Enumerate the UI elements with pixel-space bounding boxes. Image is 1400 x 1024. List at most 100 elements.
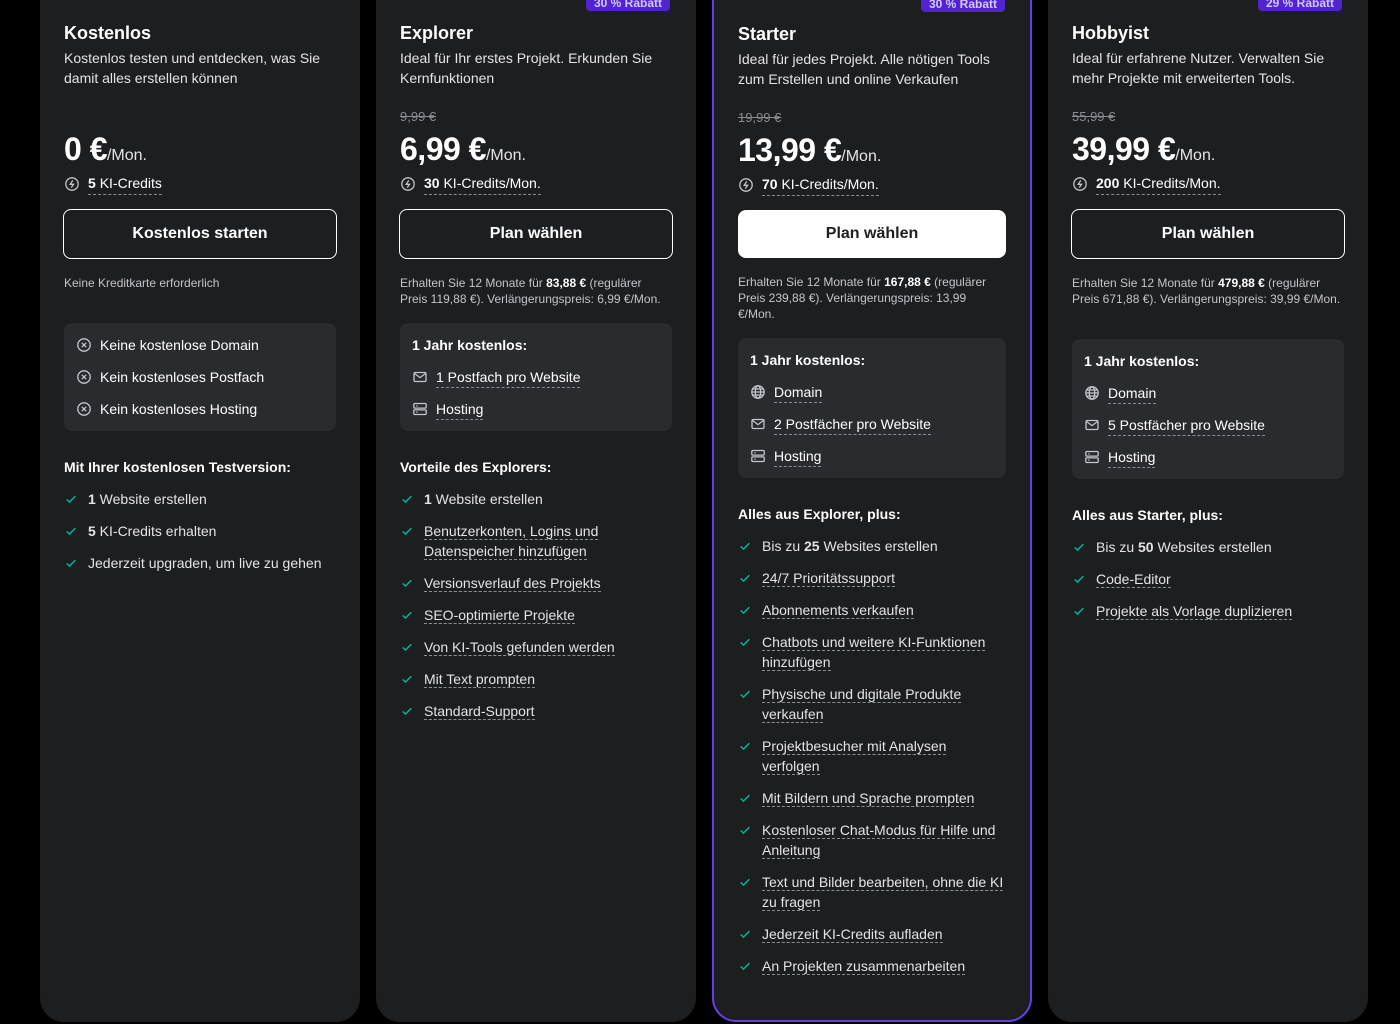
discount-badge: 30 % Rabatt [920,0,1005,12]
included-box-title: 1 Jahr kostenlos: [412,337,528,353]
price-period: /Mon. [1175,147,1216,164]
feature-item: Mit Bildern und Sprache prompten [738,788,1006,808]
feature-text[interactable]: Standard-Support [424,701,535,721]
feature-text-pre: Chatbots und weitere KI-Funktionen hinzu… [762,634,986,671]
check-icon [738,536,754,556]
start-free-button[interactable]: Kostenlos starten [63,209,337,259]
feature-text-pre: Projektbesucher mit Analysen verfolgen [762,738,947,775]
check-icon [738,872,754,892]
feature-item: Kostenloser Chat-Modus für Hilfe und Anl… [738,820,1006,860]
feature-text[interactable]: SEO-optimierte Projekte [424,605,575,625]
feature-text[interactable]: Abonnements verkaufen [762,600,914,620]
feature-text-inner: Benutzerkonten, Logins und Datenspeicher… [424,523,599,560]
included-item: Hosting [750,446,994,467]
feature-text-inner: Text und Bilder bearbeiten, ohne die KI … [762,874,1004,911]
feature-item: 5 KI-Credits erhalten [64,521,336,541]
feature-text[interactable]: Chatbots und weitere KI-Funktionen hinzu… [762,632,1006,672]
included-item-label: Kein kostenloses Hosting [100,401,258,417]
features-title: Vorteile des Explorers: [400,459,552,475]
feature-text-inner: Bis zu 50 Websites erstellen [1096,539,1272,555]
price-period: /Mon. [841,148,882,165]
server-icon [750,448,766,464]
feature-text-pre: Jederzeit upgraden, um live zu gehen [88,555,322,571]
mail-icon [412,369,428,385]
feature-text: 1 Website erstellen [424,489,543,509]
check-icon [738,956,754,976]
feature-item: 1 Website erstellen [64,489,336,509]
included-item-label: Kein kostenloses Postfach [100,369,265,385]
feature-text[interactable]: Code-Editor [1096,569,1171,589]
credits-count: 70 [762,176,778,192]
feature-item: SEO-optimierte Projekte [400,605,672,625]
included-item-label[interactable]: Domain [774,382,823,403]
feature-item: Physische und digitale Produkte verkaufe… [738,684,1006,724]
feature-text[interactable]: Benutzerkonten, Logins und Datenspeicher… [424,521,672,561]
feature-text-post: Websites erstellen [819,538,938,554]
old-price: 19,99 € [738,110,782,125]
check-icon [1072,569,1088,589]
feature-text-pre: Mit Text prompten [424,671,536,688]
check-icon [64,521,80,541]
check-icon [738,632,754,652]
price-row: 6,99 €/Mon. [400,131,672,167]
included-item-label[interactable]: Hosting [1108,447,1156,468]
server-icon [1084,449,1100,465]
check-icon [738,924,754,944]
credits-label[interactable]: 70 KI-Credits/Mon. [762,174,879,196]
included-item-label[interactable]: Hosting [436,399,484,420]
credits-label[interactable]: 200 KI-Credits/Mon. [1096,173,1221,195]
feature-text[interactable]: Text und Bilder bearbeiten, ohne die KI … [762,872,1006,912]
included-item-label[interactable]: Hosting [774,446,822,467]
feature-text[interactable]: Projektbesucher mit Analysen verfolgen [762,736,1006,776]
check-icon [738,788,754,808]
feature-text[interactable]: Kostenloser Chat-Modus für Hilfe und Anl… [762,820,1006,860]
included-item-label[interactable]: 5 Postfächer pro Website [1108,415,1265,436]
feature-text[interactable]: Projekte als Vorlage duplizieren [1096,601,1293,621]
included-item-label[interactable]: 2 Postfächer pro Website [774,414,931,435]
check-icon [738,568,754,588]
ai-credits: 30 KI-Credits/Mon. [400,173,672,195]
feature-text[interactable]: An Projekten zusammenarbeiten [762,956,966,976]
feature-text-inner: 5 KI-Credits erhalten [88,523,216,539]
feature-text-inner: Jederzeit upgraden, um live zu gehen [88,555,321,571]
feature-text[interactable]: Versionsverlauf des Projekts [424,573,601,593]
check-icon [64,489,80,509]
x-circle-icon [76,337,92,353]
features-title: Mit Ihrer kostenlosen Testversion: [64,459,291,475]
included-item: Keine kostenlose Domain [76,335,324,355]
feature-item: Versionsverlauf des Projekts [400,573,672,593]
feature-text-inner: Versionsverlauf des Projekts [424,575,601,592]
check-icon [400,605,416,625]
feature-item: Bis zu 25 Websites erstellen [738,536,1006,556]
choose-plan-button[interactable]: Plan wählen [738,210,1006,258]
included-item-label[interactable]: 1 Postfach pro Website [436,367,581,388]
feature-text-inner: Abonnements verkaufen [762,602,914,619]
included-item-label[interactable]: Domain [1108,383,1157,404]
feature-text-pre: Abonnements verkaufen [762,602,914,619]
credits-label[interactable]: 5 KI-Credits [88,173,162,195]
included-item: 1 Postfach pro Website [412,367,660,388]
feature-text[interactable]: Mit Text prompten [424,669,536,689]
feature-text[interactable]: Von KI-Tools gefunden werden [424,637,615,657]
included-item: 2 Postfächer pro Website [750,414,994,435]
feature-text: Jederzeit upgraden, um live zu gehen [88,553,321,573]
check-icon [400,701,416,721]
plan-description: Ideal für jedes Projekt. Alle nötigen To… [738,51,990,87]
feature-item: Chatbots und weitere KI-Funktionen hinzu… [738,632,1006,672]
feature-text-post: Websites erstellen [1153,539,1272,555]
feature-text[interactable]: Jederzeit KI-Credits aufladen [762,924,943,944]
feature-text-pre: Bis zu [762,538,805,554]
features-list: Bis zu 50 Websites erstellen Code-Editor P… [1072,537,1344,621]
feature-count: 1 [88,491,96,507]
feature-text[interactable]: Mit Bildern und Sprache prompten [762,788,975,808]
credits-icon [400,176,416,192]
choose-plan-button[interactable]: Plan wählen [399,209,673,259]
included-box: 1 Jahr kostenlos: Domain 5 Postfächer pro … [1072,339,1344,479]
feature-text[interactable]: 24/7 Prioritätssupport [762,568,896,588]
feature-text: Bis zu 25 Websites erstellen [762,536,938,556]
feature-text-pre: Physische und digitale Produkte verkaufe… [762,686,962,723]
choose-plan-button[interactable]: Plan wählen [1071,209,1345,259]
credits-label[interactable]: 30 KI-Credits/Mon. [424,173,541,195]
feature-item: An Projekten zusammenarbeiten [738,956,1006,976]
feature-text[interactable]: Physische und digitale Produkte verkaufe… [762,684,1006,724]
